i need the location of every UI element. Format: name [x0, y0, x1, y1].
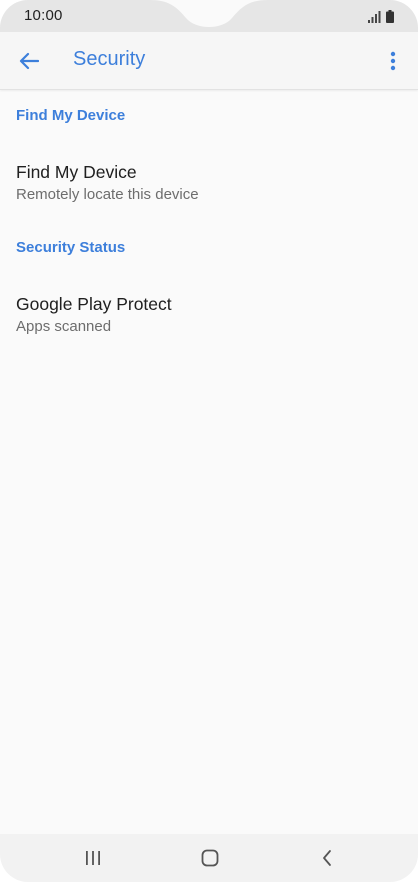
signal-icon — [368, 11, 381, 23]
list-item-subtitle: Apps scanned — [16, 318, 112, 335]
back-arrow-icon — [19, 52, 39, 70]
list-item-title: Google Play Protect — [16, 294, 172, 314]
section-header-security-status: Security Status — [16, 239, 126, 256]
navigation-bar — [0, 834, 418, 882]
list-item-subtitle: Remotely locate this device — [16, 186, 199, 203]
home-icon — [201, 849, 219, 867]
status-time: 10:00 — [24, 7, 63, 24]
recent-apps-icon — [86, 851, 100, 865]
home-button[interactable] — [196, 846, 224, 870]
app-bar: Security — [0, 32, 418, 90]
back-button[interactable] — [14, 46, 44, 76]
list-item-title: Find My Device — [16, 162, 137, 182]
phone-screen: 10:00 Security Find My Device Find My De… — [0, 0, 418, 882]
more-options-button[interactable] — [378, 46, 408, 76]
status-bar: 10:00 — [0, 0, 418, 32]
system-back-button[interactable] — [313, 846, 341, 870]
notch-cutout — [150, 0, 268, 27]
more-vert-icon — [390, 51, 396, 71]
back-icon — [323, 850, 331, 866]
status-icons — [368, 9, 394, 23]
page-title: Security — [73, 48, 146, 70]
list-item-find-my-device[interactable]: Find My Device Remotely locate this devi… — [0, 162, 418, 222]
list-item-google-play-protect[interactable]: Google Play Protect Apps scanned — [0, 294, 418, 354]
section-header-find-my-device: Find My Device — [16, 107, 126, 124]
battery-icon — [386, 10, 394, 23]
recent-apps-button[interactable] — [79, 846, 107, 870]
